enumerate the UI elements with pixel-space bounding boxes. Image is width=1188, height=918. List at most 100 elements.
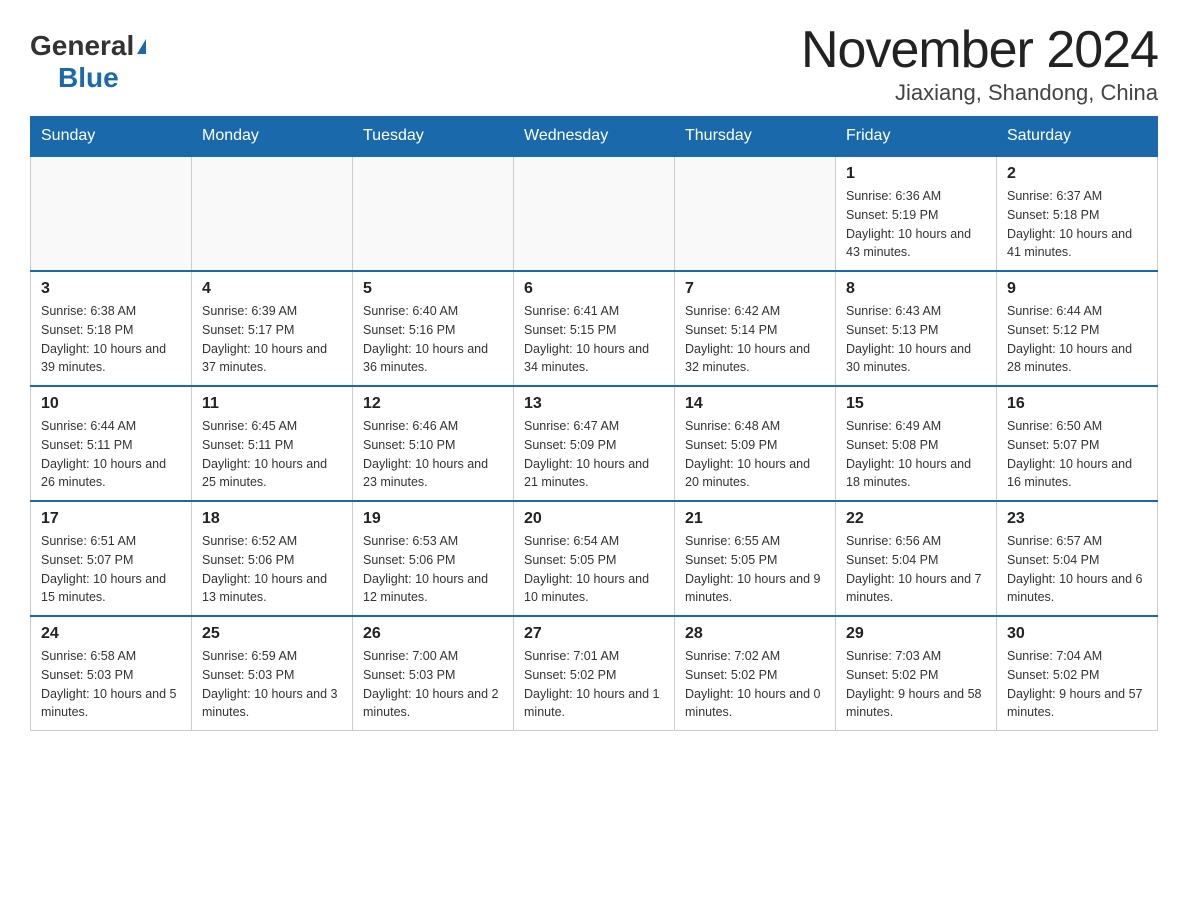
- day-info: Sunrise: 6:40 AM Sunset: 5:16 PM Dayligh…: [363, 302, 503, 377]
- day-number: 2: [1007, 165, 1147, 183]
- logo: General Blue: [30, 20, 146, 94]
- day-number: 20: [524, 510, 664, 528]
- calendar-week-row: 10 Sunrise: 6:44 AM Sunset: 5:11 PM Dayli…: [31, 386, 1158, 501]
- calendar-week-row: 17Sunrise: 6:51 AM Sunset: 5:07 PM Dayli…: [31, 501, 1158, 616]
- day-info: Sunrise: 6:38 AM Sunset: 5:18 PM Dayligh…: [41, 302, 181, 377]
- calendar-cell: 4 Sunrise: 6:39 AM Sunset: 5:17 PM Daylig…: [192, 271, 353, 386]
- day-number: 25: [202, 625, 342, 643]
- calendar-cell: [514, 156, 675, 271]
- day-number: 29: [846, 625, 986, 643]
- calendar-cell: [192, 156, 353, 271]
- day-info: Sunrise: 7:03 AM Sunset: 5:02 PM Dayligh…: [846, 647, 986, 722]
- day-number: 26: [363, 625, 503, 643]
- calendar-week-row: 1 Sunrise: 6:36 AM Sunset: 5:19 PM Daylig…: [31, 156, 1158, 271]
- calendar-cell: 30 Sunrise: 7:04 AM Sunset: 5:02 PM Dayli…: [997, 616, 1158, 731]
- day-info: Sunrise: 6:39 AM Sunset: 5:17 PM Dayligh…: [202, 302, 342, 377]
- calendar-cell: 13Sunrise: 6:47 AM Sunset: 5:09 PM Dayli…: [514, 386, 675, 501]
- day-info: Sunrise: 6:48 AM Sunset: 5:09 PM Dayligh…: [685, 417, 825, 492]
- calendar-header: SundayMondayTuesdayWednesdayThursdayFrid…: [31, 117, 1158, 157]
- weekday-header-thursday: Thursday: [675, 117, 836, 157]
- day-number: 5: [363, 280, 503, 298]
- day-info: Sunrise: 6:57 AM Sunset: 5:04 PM Dayligh…: [1007, 532, 1147, 607]
- weekday-header-friday: Friday: [836, 117, 997, 157]
- calendar-cell: 6 Sunrise: 6:41 AM Sunset: 5:15 PM Daylig…: [514, 271, 675, 386]
- calendar-cell: [31, 156, 192, 271]
- day-number: 6: [524, 280, 664, 298]
- calendar-cell: 7Sunrise: 6:42 AM Sunset: 5:14 PM Daylig…: [675, 271, 836, 386]
- day-info: Sunrise: 6:52 AM Sunset: 5:06 PM Dayligh…: [202, 532, 342, 607]
- logo-triangle-icon: [137, 39, 146, 54]
- day-info: Sunrise: 6:46 AM Sunset: 5:10 PM Dayligh…: [363, 417, 503, 492]
- day-number: 4: [202, 280, 342, 298]
- calendar-cell: 24 Sunrise: 6:58 AM Sunset: 5:03 PM Dayli…: [31, 616, 192, 731]
- weekday-header-saturday: Saturday: [997, 117, 1158, 157]
- day-info: Sunrise: 6:44 AM Sunset: 5:11 PM Dayligh…: [41, 417, 181, 492]
- calendar-cell: 16Sunrise: 6:50 AM Sunset: 5:07 PM Dayli…: [997, 386, 1158, 501]
- weekday-header-sunday: Sunday: [31, 117, 192, 157]
- day-number: 30: [1007, 625, 1147, 643]
- day-info: Sunrise: 6:56 AM Sunset: 5:04 PM Dayligh…: [846, 532, 986, 607]
- day-info: Sunrise: 6:49 AM Sunset: 5:08 PM Dayligh…: [846, 417, 986, 492]
- day-info: Sunrise: 6:53 AM Sunset: 5:06 PM Dayligh…: [363, 532, 503, 607]
- day-number: 24: [41, 625, 181, 643]
- day-info: Sunrise: 6:36 AM Sunset: 5:19 PM Dayligh…: [846, 187, 986, 262]
- day-number: 19: [363, 510, 503, 528]
- day-info: Sunrise: 6:44 AM Sunset: 5:12 PM Dayligh…: [1007, 302, 1147, 377]
- calendar-cell: 18 Sunrise: 6:52 AM Sunset: 5:06 PM Dayli…: [192, 501, 353, 616]
- calendar-cell: 2 Sunrise: 6:37 AM Sunset: 5:18 PM Daylig…: [997, 156, 1158, 271]
- day-info: Sunrise: 6:51 AM Sunset: 5:07 PM Dayligh…: [41, 532, 181, 607]
- day-info: Sunrise: 6:54 AM Sunset: 5:05 PM Dayligh…: [524, 532, 664, 607]
- calendar-cell: 27Sunrise: 7:01 AM Sunset: 5:02 PM Dayli…: [514, 616, 675, 731]
- calendar-cell: 20 Sunrise: 6:54 AM Sunset: 5:05 PM Dayli…: [514, 501, 675, 616]
- day-info: Sunrise: 7:04 AM Sunset: 5:02 PM Dayligh…: [1007, 647, 1147, 722]
- day-info: Sunrise: 6:58 AM Sunset: 5:03 PM Dayligh…: [41, 647, 181, 722]
- calendar-table: SundayMondayTuesdayWednesdayThursdayFrid…: [30, 116, 1158, 731]
- day-number: 3: [41, 280, 181, 298]
- weekday-header-wednesday: Wednesday: [514, 117, 675, 157]
- calendar-cell: 26 Sunrise: 7:00 AM Sunset: 5:03 PM Dayli…: [353, 616, 514, 731]
- day-info: Sunrise: 6:50 AM Sunset: 5:07 PM Dayligh…: [1007, 417, 1147, 492]
- weekday-header-tuesday: Tuesday: [353, 117, 514, 157]
- day-info: Sunrise: 6:41 AM Sunset: 5:15 PM Dayligh…: [524, 302, 664, 377]
- day-info: Sunrise: 6:59 AM Sunset: 5:03 PM Dayligh…: [202, 647, 342, 722]
- calendar-body: 1 Sunrise: 6:36 AM Sunset: 5:19 PM Daylig…: [31, 156, 1158, 731]
- page-header: General Blue November 2024 Jiaxiang, Sha…: [30, 20, 1158, 106]
- calendar-cell: 11 Sunrise: 6:45 AM Sunset: 5:11 PM Dayli…: [192, 386, 353, 501]
- calendar-cell: 8 Sunrise: 6:43 AM Sunset: 5:13 PM Daylig…: [836, 271, 997, 386]
- day-info: Sunrise: 6:37 AM Sunset: 5:18 PM Dayligh…: [1007, 187, 1147, 262]
- calendar-cell: 1 Sunrise: 6:36 AM Sunset: 5:19 PM Daylig…: [836, 156, 997, 271]
- day-number: 10: [41, 395, 181, 413]
- calendar-cell: 29 Sunrise: 7:03 AM Sunset: 5:02 PM Dayli…: [836, 616, 997, 731]
- calendar-cell: 28 Sunrise: 7:02 AM Sunset: 5:02 PM Dayli…: [675, 616, 836, 731]
- day-info: Sunrise: 7:00 AM Sunset: 5:03 PM Dayligh…: [363, 647, 503, 722]
- logo-general-text: General: [30, 30, 134, 62]
- calendar-cell: 22Sunrise: 6:56 AM Sunset: 5:04 PM Dayli…: [836, 501, 997, 616]
- calendar-cell: 10 Sunrise: 6:44 AM Sunset: 5:11 PM Dayli…: [31, 386, 192, 501]
- calendar-cell: 21Sunrise: 6:55 AM Sunset: 5:05 PM Dayli…: [675, 501, 836, 616]
- calendar-title: November 2024: [801, 20, 1158, 80]
- calendar-cell: 15 Sunrise: 6:49 AM Sunset: 5:08 PM Dayli…: [836, 386, 997, 501]
- day-number: 21: [685, 510, 825, 528]
- day-number: 12: [363, 395, 503, 413]
- calendar-week-row: 24 Sunrise: 6:58 AM Sunset: 5:03 PM Dayli…: [31, 616, 1158, 731]
- day-info: Sunrise: 6:43 AM Sunset: 5:13 PM Dayligh…: [846, 302, 986, 377]
- day-number: 9: [1007, 280, 1147, 298]
- day-number: 7: [685, 280, 825, 298]
- day-number: 8: [846, 280, 986, 298]
- calendar-cell: [353, 156, 514, 271]
- day-number: 18: [202, 510, 342, 528]
- day-number: 28: [685, 625, 825, 643]
- day-number: 15: [846, 395, 986, 413]
- weekday-header-row: SundayMondayTuesdayWednesdayThursdayFrid…: [31, 117, 1158, 157]
- day-info: Sunrise: 7:02 AM Sunset: 5:02 PM Dayligh…: [685, 647, 825, 722]
- calendar-cell: 12 Sunrise: 6:46 AM Sunset: 5:10 PM Dayli…: [353, 386, 514, 501]
- day-info: Sunrise: 6:45 AM Sunset: 5:11 PM Dayligh…: [202, 417, 342, 492]
- calendar-cell: 14 Sunrise: 6:48 AM Sunset: 5:09 PM Dayli…: [675, 386, 836, 501]
- day-number: 11: [202, 395, 342, 413]
- day-info: Sunrise: 7:01 AM Sunset: 5:02 PM Dayligh…: [524, 647, 664, 722]
- day-number: 14: [685, 395, 825, 413]
- day-info: Sunrise: 6:47 AM Sunset: 5:09 PM Dayligh…: [524, 417, 664, 492]
- calendar-cell: 5 Sunrise: 6:40 AM Sunset: 5:16 PM Daylig…: [353, 271, 514, 386]
- day-number: 1: [846, 165, 986, 183]
- calendar-subtitle: Jiaxiang, Shandong, China: [801, 80, 1158, 106]
